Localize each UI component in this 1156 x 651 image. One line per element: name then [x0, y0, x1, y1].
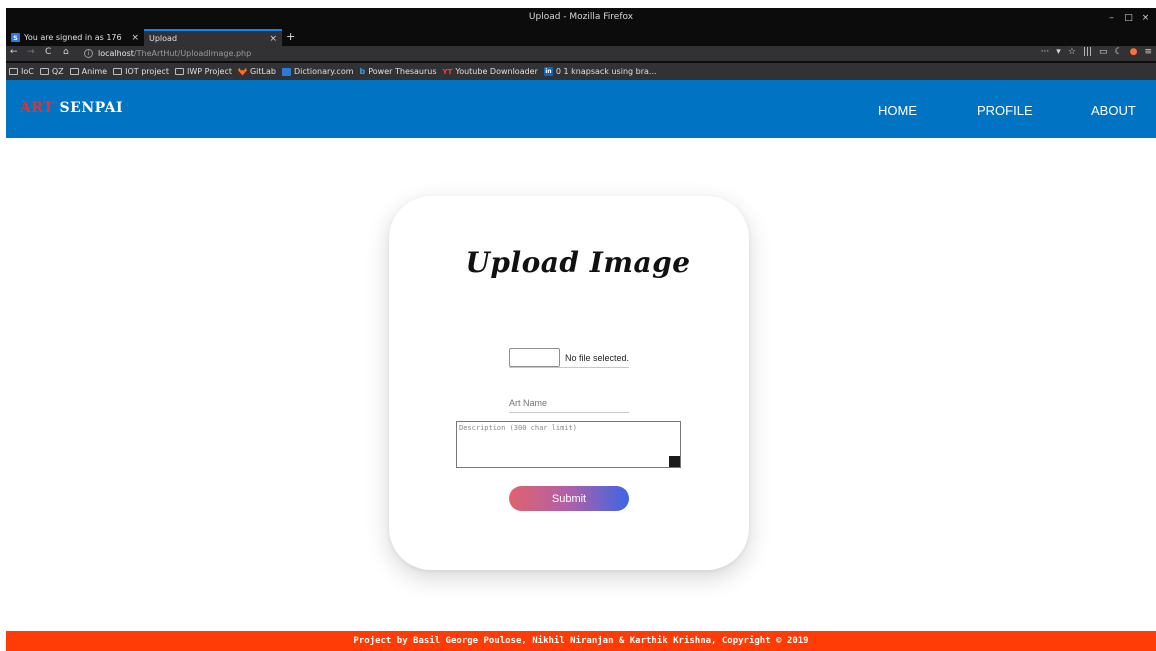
forward-icon[interactable]: →	[27, 47, 35, 57]
screen: Upload - Mozilla Firefox – □ × S You are…	[0, 0, 1156, 651]
minimize-button[interactable]: –	[1103, 10, 1120, 27]
bookmark-iwp-project[interactable]: IWP Project	[174, 67, 232, 76]
bookmark-iot-project[interactable]: IOT project	[113, 67, 169, 76]
bookmark-label: IOT project	[125, 67, 169, 76]
tab-close-icon[interactable]: ×	[131, 33, 139, 43]
bookmark-label: Power Thesaurus	[368, 67, 437, 76]
home-icon[interactable]: ⌂	[63, 47, 69, 57]
window-controls: – □ ×	[1103, 10, 1154, 27]
bookmark-label: QZ	[51, 67, 64, 76]
menu-icon[interactable]: ≡	[1144, 47, 1152, 57]
site-logo[interactable]: ART SENPAI	[20, 100, 123, 116]
bookmark-gitlab[interactable]: GitLab	[237, 67, 276, 76]
tab-upload[interactable]: Upload ×	[144, 29, 282, 46]
extension-icon[interactable]: ☾	[1115, 47, 1123, 57]
bookmark-label: GitLab	[249, 67, 276, 76]
page-actions-icon[interactable]: ···	[1041, 47, 1050, 57]
bookmark-label: IoC	[21, 67, 34, 76]
tab-signed-in[interactable]: S You are signed in as 176 ×	[6, 29, 144, 46]
bookmarks-toolbar: IoC QZ Anime IOT project IWP Project Git…	[6, 63, 1156, 80]
site-footer: Project by Basil George Poulose, Nikhil …	[6, 631, 1156, 651]
folder-icon	[174, 68, 184, 75]
bookmark-label: IWP Project	[186, 67, 232, 76]
title-bar: Upload - Mozilla Firefox – □ ×	[6, 8, 1156, 29]
bookmark-ioc[interactable]: IoC	[9, 67, 34, 76]
thesaurus-icon: b	[359, 67, 366, 76]
reload-icon[interactable]: C	[45, 47, 51, 57]
bookmark-label: Youtube Downloader	[455, 67, 538, 76]
bookmark-label: Dictionary.com	[293, 67, 354, 76]
linkedin-icon: in	[543, 67, 553, 76]
site-header: ART SENPAI HOME PROFILE ABOUT	[6, 80, 1156, 138]
browse-button[interactable]	[509, 348, 560, 367]
url-bar[interactable]: i localhost /TheArtHut/UploadImage.php	[84, 47, 984, 60]
bookmark-dictionary[interactable]: Dictionary.com	[281, 67, 354, 76]
tab-label: You are signed in as 176	[24, 33, 122, 42]
bookmark-youtube-downloader[interactable]: YT Youtube Downloader	[443, 67, 538, 76]
gitlab-icon	[237, 67, 247, 76]
bookmark-star-icon[interactable]: ☆	[1068, 47, 1076, 57]
toolbar-icons: ··· ▾ ☆ ||| ▭ ☾ ● ≡	[1041, 47, 1152, 57]
close-window-button[interactable]: ×	[1137, 10, 1154, 27]
folder-icon	[113, 68, 123, 75]
folder-icon	[69, 68, 79, 75]
url-host: localhost	[98, 49, 134, 58]
maximize-button[interactable]: □	[1120, 10, 1137, 27]
site-info-icon[interactable]: i	[84, 49, 93, 58]
logo-senpai: SENPAI	[59, 100, 124, 116]
dictionary-icon	[281, 67, 291, 76]
firefox-account-icon[interactable]: ●	[1130, 47, 1138, 57]
logo-art: ART	[20, 100, 55, 116]
folder-icon	[9, 68, 18, 75]
page-title: Upload Image	[465, 246, 691, 279]
tab-label: Upload	[149, 34, 178, 43]
nav-profile-link[interactable]: PROFILE	[977, 103, 1033, 118]
bookmark-qz[interactable]: QZ	[39, 67, 64, 76]
window-title: Upload - Mozilla Firefox	[528, 12, 634, 22]
bookmark-power-thesaurus[interactable]: b Power Thesaurus	[360, 67, 437, 76]
nav-home-link[interactable]: HOME	[878, 103, 917, 118]
tab-close-icon[interactable]: ×	[269, 34, 277, 44]
description-textarea[interactable]	[456, 421, 681, 468]
sidebar-icon[interactable]: ▭	[1099, 47, 1108, 57]
back-icon[interactable]: ←	[10, 47, 18, 57]
nav-about-link[interactable]: ABOUT	[1091, 103, 1136, 118]
folder-icon	[39, 68, 49, 75]
resize-handle[interactable]	[669, 456, 680, 467]
site-favicon-icon: S	[11, 33, 20, 42]
bookmark-label: 0 1 knapsack using bra...	[555, 67, 657, 76]
file-status: No file selected.	[564, 352, 629, 363]
library-icon[interactable]: |||	[1083, 47, 1092, 57]
bookmark-label: Anime	[81, 67, 108, 76]
browser-chrome: Upload - Mozilla Firefox – □ × S You are…	[6, 8, 1156, 80]
submit-button[interactable]: Submit	[509, 486, 629, 511]
bookmark-knapsack[interactable]: in 0 1 knapsack using bra...	[543, 67, 657, 76]
navigation-bar: ← → C ⌂ i localhost /TheArtHut/UploadIma…	[6, 46, 1156, 61]
new-tab-button[interactable]: +	[286, 30, 295, 43]
url-path: /TheArtHut/UploadImage.php	[133, 49, 252, 58]
file-input[interactable]: No file selected.	[509, 348, 629, 368]
pocket-icon[interactable]: ▾	[1056, 47, 1061, 57]
bookmark-anime[interactable]: Anime	[69, 67, 108, 76]
art-name-input[interactable]	[509, 394, 629, 413]
youtube-icon: YT	[442, 67, 453, 76]
